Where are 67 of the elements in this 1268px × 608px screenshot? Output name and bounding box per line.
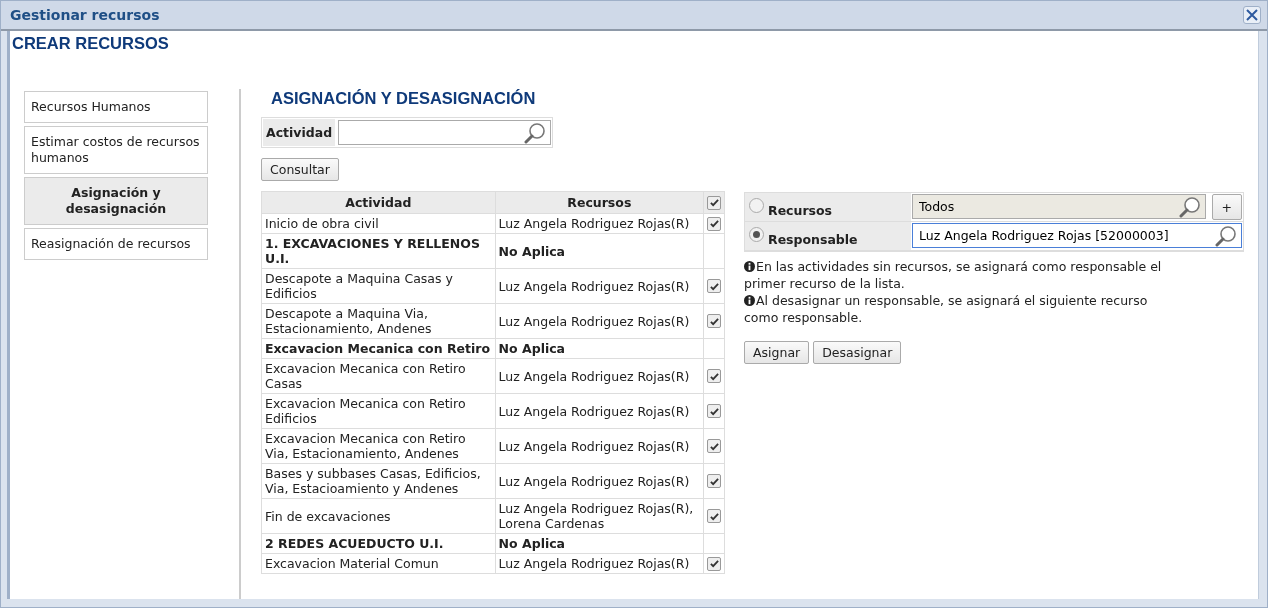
table-cell: 1. EXCAVACIONES Y RELLENOS U.I. xyxy=(261,233,496,269)
search-icon[interactable] xyxy=(1178,195,1201,218)
table-cell: Luz Angela Rodriguez Rojas(R) xyxy=(495,553,704,574)
action-button[interactable]: Desasignar xyxy=(813,341,902,364)
resource-field[interactable]: Todos xyxy=(912,194,1206,219)
consultar-button[interactable]: Consultar xyxy=(261,158,339,181)
table-cell: Luz Angela Rodriguez Rojas(R) xyxy=(495,428,704,464)
table-cell: Luz Angela Rodriguez Rojas(R) xyxy=(495,393,704,429)
table-cell: Descapote a Maquina Casas y Edificios xyxy=(261,268,496,304)
add-button[interactable]: + xyxy=(1211,194,1242,220)
section-title: ASIGNACIÓN Y DESASIGNACIÓN xyxy=(270,89,537,108)
column-header: Actividad xyxy=(261,191,496,214)
checkbox[interactable] xyxy=(707,216,721,231)
sidebar-item[interactable]: Recursos Humanos xyxy=(24,91,208,123)
sidebar-item[interactable]: Reasignación de recursos xyxy=(24,228,208,260)
option-label: Responsable xyxy=(768,232,858,247)
page-heading: CREAR RECURSOS xyxy=(11,33,170,53)
window-title: Gestionar recursos xyxy=(10,7,160,23)
checkbox[interactable] xyxy=(707,474,721,488)
sidebar-item[interactable]: Estimar costos de recursos humanos xyxy=(24,126,208,174)
column-header: Recursos xyxy=(495,191,704,214)
resource-input[interactable]: Luz Angela Rodriguez Rojas [52000003] xyxy=(917,227,1215,244)
table-cell: Excavacion Material Comun xyxy=(261,553,496,574)
table-cell: Excavacion Mecanica con Retiro Edificios xyxy=(261,393,496,429)
radio-button[interactable] xyxy=(749,227,764,242)
table-cell: Luz Angela Rodriguez Rojas(R) xyxy=(495,213,704,234)
table-cell: No Aplica xyxy=(495,338,704,359)
resource-input[interactable]: Todos xyxy=(917,198,1179,215)
table-cell: Luz Angela Rodriguez Rojas(R), Lorena Cardenas xyxy=(495,498,704,534)
resource-field[interactable]: Luz Angela Rodriguez Rojas [52000003] xyxy=(912,223,1242,248)
table-cell: Inicio de obra civil xyxy=(261,213,496,234)
table-cell: Excavacion Mecanica con Retiro Casas xyxy=(261,358,496,394)
close-button[interactable] xyxy=(1243,6,1261,24)
activity-search-field[interactable] xyxy=(338,120,551,145)
search-icon[interactable] xyxy=(1215,224,1237,247)
checkbox[interactable] xyxy=(707,195,721,210)
table-cell: Excavacion Mecanica con Retiro Via, Estacionamiento, Andenes xyxy=(261,428,496,464)
table-cell: No Aplica xyxy=(495,533,704,554)
action-button[interactable]: Asignar xyxy=(744,341,810,364)
checkbox[interactable] xyxy=(707,314,721,328)
checkbox[interactable] xyxy=(707,509,721,523)
info-note: Al desasignar un responsable, se asignará el siguiente recurso como responsable. xyxy=(744,292,1149,326)
table-cell: Luz Angela Rodriguez Rojas(R) xyxy=(495,463,704,499)
checkbox[interactable] xyxy=(707,279,721,293)
info-icon xyxy=(744,261,755,272)
table-cell: No Aplica xyxy=(495,233,704,269)
table-cell: Excavacion Mecanica con Retiro xyxy=(261,338,496,359)
sidebar-item[interactable]: Asignación y desasignación xyxy=(24,177,208,225)
table-cell: Descapote a Maquina Via, Estacionamiento, Andenes xyxy=(261,303,496,339)
table-cell: Luz Angela Rodriguez Rojas(R) xyxy=(495,358,704,394)
radio-option[interactable]: Responsable xyxy=(745,222,911,251)
checkbox[interactable] xyxy=(707,556,721,571)
info-note: En las actividades sin recursos, se asignará como responsable el primer recurso de la lista. xyxy=(744,258,1163,292)
table-cell: 2 REDES ACUEDUCTO U.I. xyxy=(261,533,496,554)
checkbox[interactable] xyxy=(707,404,721,418)
table-cell: Bases y subbases Casas, Edificios, Via, Estacioamiento y Andenes xyxy=(261,463,496,499)
checkbox[interactable] xyxy=(707,439,721,453)
field-label: Actividad xyxy=(263,119,336,146)
table-cell: Luz Angela Rodriguez Rojas(R) xyxy=(495,303,704,339)
table-cell: Luz Angela Rodriguez Rojas(R) xyxy=(495,268,704,304)
search-icon[interactable] xyxy=(524,121,546,144)
option-label: Recursos xyxy=(768,203,833,218)
table-cell: Fin de excavaciones xyxy=(261,498,496,534)
info-icon xyxy=(744,295,755,306)
radio-button[interactable] xyxy=(749,198,764,213)
checkbox[interactable] xyxy=(707,369,721,383)
radio-option[interactable]: Recursos xyxy=(745,193,911,222)
